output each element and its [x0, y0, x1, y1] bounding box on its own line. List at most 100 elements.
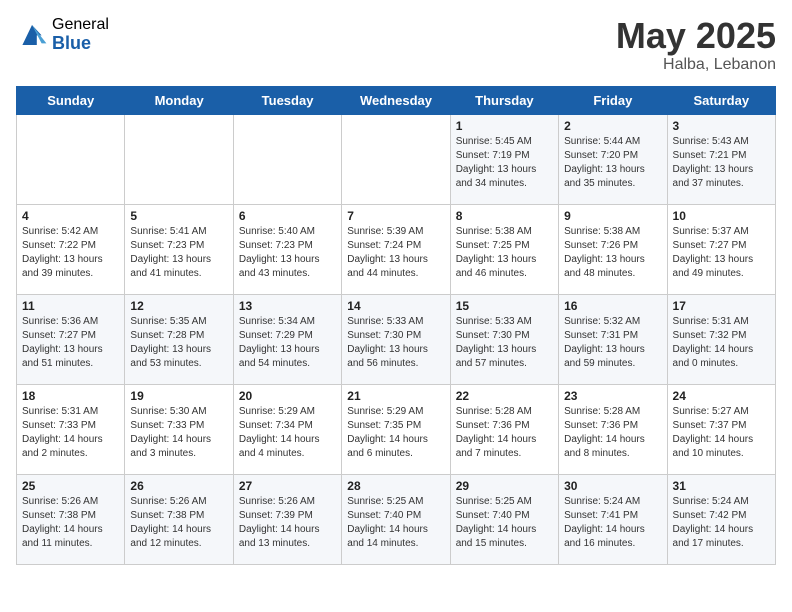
day-info: Sunrise: 5:24 AM Sunset: 7:42 PM Dayligh… [673, 495, 770, 551]
calendar-cell [233, 114, 341, 204]
day-number: 30 [564, 479, 661, 493]
calendar-cell: 13 Sunrise: 5:34 AM Sunset: 7:29 PM Dayli… [233, 294, 341, 384]
calendar-cell: 14 Sunrise: 5:33 AM Sunset: 7:30 PM Dayli… [342, 294, 450, 384]
calendar-header-sunday: Sunday [17, 86, 125, 114]
calendar-cell: 24Sunrise: 5:27 AM Sunset: 7:37 PM Dayli… [667, 384, 775, 474]
page-header: General Blue May 2025 Halba, Lebanon [16, 16, 776, 74]
calendar-cell: 19 Sunrise: 5:30 AM Sunset: 7:33 PM Dayli… [125, 384, 233, 474]
calendar-table: SundayMondayTuesdayWednesdayThursdayFrid… [16, 86, 776, 565]
day-number: 10 [673, 209, 770, 223]
calendar-cell: 7Sunrise: 5:39 AM Sunset: 7:24 PM Daylig… [342, 204, 450, 294]
calendar-cell: 26 Sunrise: 5:26 AM Sunset: 7:38 PM Dayli… [125, 474, 233, 564]
day-info: Sunrise: 5:36 AM Sunset: 7:27 PM Dayligh… [22, 315, 119, 371]
day-number: 15 [456, 299, 553, 313]
calendar-cell: 22Sunrise: 5:28 AM Sunset: 7:36 PM Dayli… [450, 384, 558, 474]
day-info: Sunrise: 5:35 AM Sunset: 7:28 PM Dayligh… [130, 315, 227, 371]
day-info: Sunrise: 5:33 AM Sunset: 7:30 PM Dayligh… [347, 315, 444, 371]
day-info: Sunrise: 5:37 AM Sunset: 7:27 PM Dayligh… [673, 225, 770, 281]
day-number: 19 [130, 389, 227, 403]
day-number: 11 [22, 299, 119, 313]
calendar-cell: 10 Sunrise: 5:37 AM Sunset: 7:27 PM Dayli… [667, 204, 775, 294]
day-number: 17 [673, 299, 770, 313]
day-info: Sunrise: 5:27 AM Sunset: 7:37 PM Dayligh… [673, 405, 770, 461]
calendar-cell: 28 Sunrise: 5:25 AM Sunset: 7:40 PM Dayli… [342, 474, 450, 564]
calendar-cell: 25 Sunrise: 5:26 AM Sunset: 7:38 PM Dayli… [17, 474, 125, 564]
logo-text: General Blue [52, 16, 109, 53]
day-info: Sunrise: 5:29 AM Sunset: 7:35 PM Dayligh… [347, 405, 444, 461]
day-number: 20 [239, 389, 336, 403]
calendar-cell: 16 Sunrise: 5:32 AM Sunset: 7:31 PM Dayli… [559, 294, 667, 384]
day-number: 1 [456, 119, 553, 133]
day-info: Sunrise: 5:44 AM Sunset: 7:20 PM Dayligh… [564, 135, 661, 191]
day-number: 14 [347, 299, 444, 313]
calendar-week-row: 11 Sunrise: 5:36 AM Sunset: 7:27 PM Dayli… [17, 294, 776, 384]
day-info: Sunrise: 5:28 AM Sunset: 7:36 PM Dayligh… [564, 405, 661, 461]
day-number: 2 [564, 119, 661, 133]
day-number: 29 [456, 479, 553, 493]
day-info: Sunrise: 5:25 AM Sunset: 7:40 PM Dayligh… [456, 495, 553, 551]
day-info: Sunrise: 5:39 AM Sunset: 7:24 PM Dayligh… [347, 225, 444, 281]
calendar-cell: 4 Sunrise: 5:42 AM Sunset: 7:22 PM Daylig… [17, 204, 125, 294]
day-info: Sunrise: 5:31 AM Sunset: 7:32 PM Dayligh… [673, 315, 770, 371]
calendar-cell: 3 Sunrise: 5:43 AM Sunset: 7:21 PM Daylig… [667, 114, 775, 204]
day-number: 12 [130, 299, 227, 313]
day-info: Sunrise: 5:25 AM Sunset: 7:40 PM Dayligh… [347, 495, 444, 551]
calendar-week-row: 4 Sunrise: 5:42 AM Sunset: 7:22 PM Daylig… [17, 204, 776, 294]
day-number: 23 [564, 389, 661, 403]
day-info: Sunrise: 5:42 AM Sunset: 7:22 PM Dayligh… [22, 225, 119, 281]
calendar-cell: 31 Sunrise: 5:24 AM Sunset: 7:42 PM Dayli… [667, 474, 775, 564]
calendar-cell: 8Sunrise: 5:38 AM Sunset: 7:25 PM Daylig… [450, 204, 558, 294]
day-info: Sunrise: 5:26 AM Sunset: 7:39 PM Dayligh… [239, 495, 336, 551]
day-info: Sunrise: 5:40 AM Sunset: 7:23 PM Dayligh… [239, 225, 336, 281]
day-info: Sunrise: 5:45 AM Sunset: 7:19 PM Dayligh… [456, 135, 553, 191]
day-info: Sunrise: 5:24 AM Sunset: 7:41 PM Dayligh… [564, 495, 661, 551]
location: Halba, Lebanon [616, 56, 776, 74]
day-info: Sunrise: 5:26 AM Sunset: 7:38 PM Dayligh… [22, 495, 119, 551]
day-info: Sunrise: 5:26 AM Sunset: 7:38 PM Dayligh… [130, 495, 227, 551]
calendar-week-row: 25 Sunrise: 5:26 AM Sunset: 7:38 PM Dayli… [17, 474, 776, 564]
calendar-cell: 6 Sunrise: 5:40 AM Sunset: 7:23 PM Daylig… [233, 204, 341, 294]
calendar-cell: 30 Sunrise: 5:24 AM Sunset: 7:41 PM Dayli… [559, 474, 667, 564]
day-number: 5 [130, 209, 227, 223]
calendar-header-saturday: Saturday [667, 86, 775, 114]
day-number: 3 [673, 119, 770, 133]
calendar-cell [342, 114, 450, 204]
day-info: Sunrise: 5:32 AM Sunset: 7:31 PM Dayligh… [564, 315, 661, 371]
day-number: 26 [130, 479, 227, 493]
calendar-header-tuesday: Tuesday [233, 86, 341, 114]
day-number: 8 [456, 209, 553, 223]
logo-blue: Blue [52, 34, 109, 54]
day-info: Sunrise: 5:29 AM Sunset: 7:34 PM Dayligh… [239, 405, 336, 461]
day-info: Sunrise: 5:33 AM Sunset: 7:30 PM Dayligh… [456, 315, 553, 371]
calendar-cell: 18Sunrise: 5:31 AM Sunset: 7:33 PM Dayli… [17, 384, 125, 474]
day-info: Sunrise: 5:34 AM Sunset: 7:29 PM Dayligh… [239, 315, 336, 371]
calendar-cell [125, 114, 233, 204]
calendar-cell: 2 Sunrise: 5:44 AM Sunset: 7:20 PM Daylig… [559, 114, 667, 204]
calendar-cell: 11 Sunrise: 5:36 AM Sunset: 7:27 PM Dayli… [17, 294, 125, 384]
logo: General Blue [16, 16, 109, 53]
day-number: 6 [239, 209, 336, 223]
day-number: 25 [22, 479, 119, 493]
calendar-cell: 12 Sunrise: 5:35 AM Sunset: 7:28 PM Dayli… [125, 294, 233, 384]
calendar-header-wednesday: Wednesday [342, 86, 450, 114]
calendar-cell [17, 114, 125, 204]
calendar-cell: 9Sunrise: 5:38 AM Sunset: 7:26 PM Daylig… [559, 204, 667, 294]
day-number: 31 [673, 479, 770, 493]
calendar-cell: 5Sunrise: 5:41 AM Sunset: 7:23 PM Daylig… [125, 204, 233, 294]
day-number: 18 [22, 389, 119, 403]
day-number: 28 [347, 479, 444, 493]
title-block: May 2025 Halba, Lebanon [616, 16, 776, 74]
logo-icon [16, 21, 48, 49]
calendar-cell: 21 Sunrise: 5:29 AM Sunset: 7:35 PM Dayli… [342, 384, 450, 474]
calendar-week-row: 1 Sunrise: 5:45 AM Sunset: 7:19 PM Daylig… [17, 114, 776, 204]
day-number: 21 [347, 389, 444, 403]
calendar-cell: 1 Sunrise: 5:45 AM Sunset: 7:19 PM Daylig… [450, 114, 558, 204]
day-info: Sunrise: 5:30 AM Sunset: 7:33 PM Dayligh… [130, 405, 227, 461]
calendar-cell: 23 Sunrise: 5:28 AM Sunset: 7:36 PM Dayli… [559, 384, 667, 474]
day-number: 4 [22, 209, 119, 223]
day-number: 16 [564, 299, 661, 313]
day-info: Sunrise: 5:43 AM Sunset: 7:21 PM Dayligh… [673, 135, 770, 191]
calendar-cell: 17 Sunrise: 5:31 AM Sunset: 7:32 PM Dayli… [667, 294, 775, 384]
day-number: 13 [239, 299, 336, 313]
day-number: 22 [456, 389, 553, 403]
